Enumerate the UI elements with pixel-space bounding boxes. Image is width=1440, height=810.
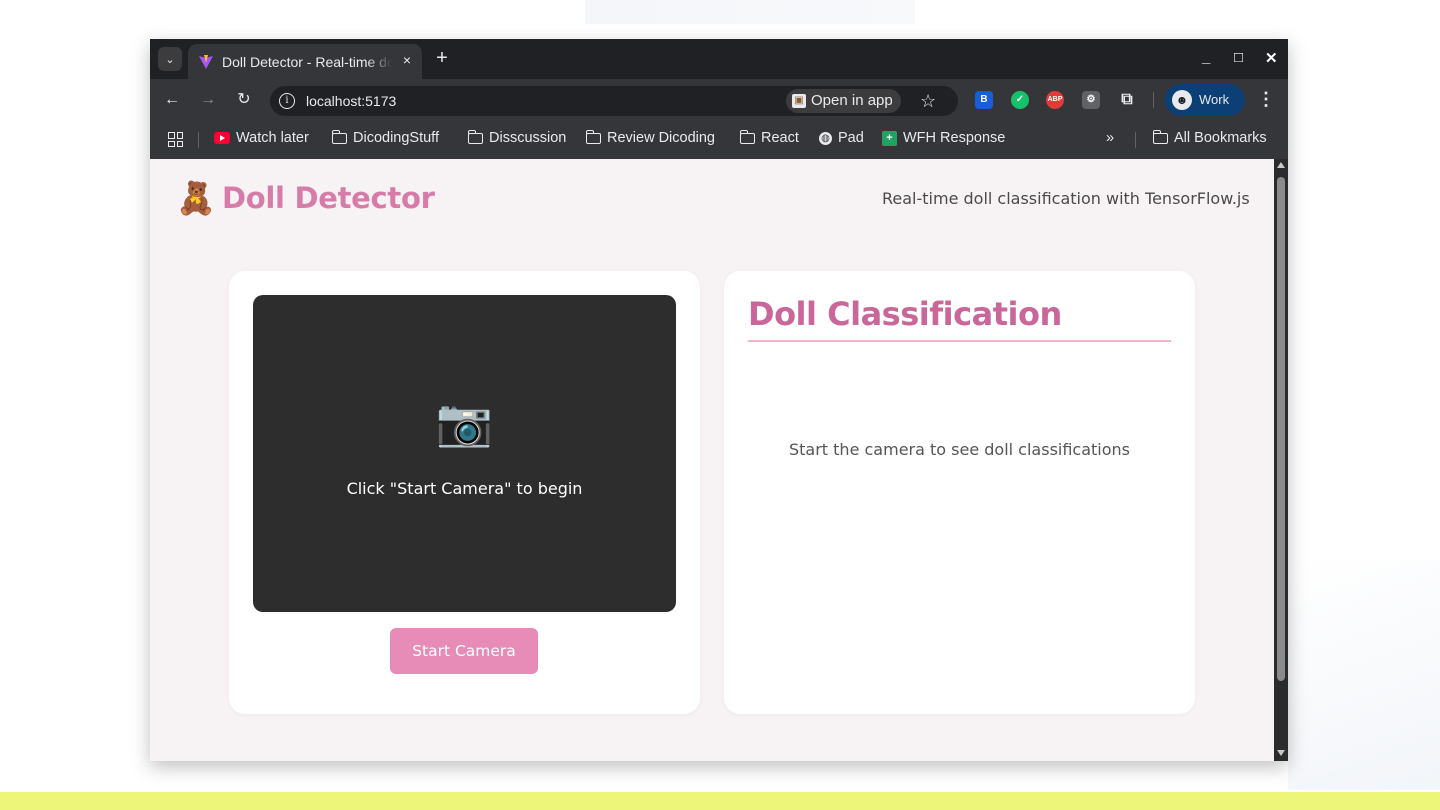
open-in-app-label: Open in app	[811, 92, 893, 109]
all-bookmarks[interactable]: All Bookmarks	[1152, 129, 1267, 146]
reload-icon[interactable]: ↻	[233, 89, 255, 111]
camera-prompt: Click "Start Camera" to begin	[346, 479, 583, 498]
page-scrollbar[interactable]	[1274, 159, 1288, 761]
browser-window: ⌄ Doll Detector - Real-time doll classif…	[150, 39, 1288, 761]
toolbar-divider	[1153, 92, 1154, 108]
bookmark-label: Disscussion	[489, 130, 567, 146]
start-camera-button[interactable]: Start Camera	[390, 628, 538, 674]
camera-card: 📷 Click "Start Camera" to begin Start Ca…	[229, 271, 700, 714]
site-info-icon[interactable]: i	[279, 93, 295, 109]
more-menu-icon[interactable]: ⋮	[1257, 89, 1275, 110]
bookmark-label: All Bookmarks	[1174, 130, 1267, 146]
bookmark-label: Pad	[838, 130, 864, 146]
tab-title: Doll Detector - Real-time doll classific…	[222, 54, 392, 70]
bookmarks-divider	[1135, 132, 1136, 148]
background-shape	[1288, 560, 1440, 790]
address-bar[interactable]: i localhost:5173 ▣ Open in app ☆	[270, 86, 958, 116]
bookmark-label: Review Dicoding	[607, 130, 715, 146]
bookmark-review-dicoding[interactable]: Review Dicoding	[585, 129, 715, 146]
folder-icon	[467, 129, 483, 144]
vite-icon	[199, 55, 213, 69]
extension-puzzle-icon[interactable]: ⚙	[1082, 91, 1100, 109]
back-arrow-icon[interactable]: ←	[161, 89, 183, 111]
profile-label: Work	[1199, 92, 1230, 107]
classification-empty-message: Start the camera to see doll classificat…	[788, 440, 1131, 459]
bookmark-star-icon[interactable]: ☆	[920, 91, 936, 112]
folder-icon	[739, 129, 755, 144]
background-accent-bar	[0, 792, 1440, 810]
close-icon[interactable]: ×	[398, 51, 416, 69]
bookmarks-divider	[198, 132, 199, 148]
grammar-check-icon[interactable]: ✓	[1011, 91, 1029, 109]
scroll-down-icon[interactable]	[1277, 750, 1285, 756]
new-tab-button[interactable]: +	[430, 47, 454, 71]
close-window-icon[interactable]: ✕	[1265, 49, 1278, 67]
scroll-thumb[interactable]	[1277, 177, 1285, 681]
bookmark-dicodingstuff[interactable]: DicodingStuff	[331, 129, 439, 146]
minimize-icon[interactable]: _	[1202, 49, 1210, 66]
maximize-icon[interactable]: □	[1234, 49, 1243, 66]
title-divider	[748, 340, 1171, 342]
open-in-app-button[interactable]: ▣ Open in app	[786, 89, 901, 113]
app-title: Doll Detector	[222, 181, 435, 215]
globe-icon: ◍	[819, 131, 832, 145]
app-subtitle: Real-time doll classification with Tenso…	[882, 189, 1250, 208]
folder-icon	[1152, 129, 1168, 144]
bookmarks-bar: Watch later DicodingStuff Disscussion Re…	[150, 121, 1288, 159]
camera-icon: 📷	[435, 395, 494, 449]
browser-toolbar: ← → ↻ i localhost:5173 ▣ Open in app ☆ B…	[150, 79, 1288, 121]
teddy-bear-icon: 🧸	[176, 179, 216, 217]
folder-icon	[331, 129, 347, 144]
bookmark-label: React	[761, 130, 799, 146]
bookmark-label: DicodingStuff	[353, 130, 439, 146]
scroll-up-icon[interactable]	[1277, 162, 1285, 168]
bookmark-label: Watch later	[236, 130, 309, 146]
apps-grid-icon[interactable]	[168, 132, 183, 147]
bookmark-disscussion[interactable]: Disscussion	[467, 129, 567, 146]
tab-search-button[interactable]: ⌄	[158, 47, 182, 71]
avatar: ☻	[1172, 90, 1192, 110]
sheets-icon: +	[882, 130, 897, 146]
extensions-menu-icon[interactable]: ⧉	[1118, 91, 1136, 109]
folder-icon	[585, 129, 601, 144]
background-shape	[585, 0, 915, 24]
page-viewport: 🧸 Doll Detector Real-time doll classific…	[150, 159, 1274, 761]
bookmarks-overflow-button[interactable]: »	[1106, 130, 1114, 146]
profile-button[interactable]: ☻ Work	[1165, 84, 1245, 116]
adblock-plus-icon[interactable]: ABP	[1046, 91, 1064, 109]
bookmark-label: WFH Response	[903, 130, 1006, 146]
tab-strip: ⌄ Doll Detector - Real-time doll classif…	[150, 39, 1288, 79]
bookmark-wfh-response[interactable]: + WFH Response	[882, 130, 1005, 146]
forward-arrow-icon[interactable]: →	[197, 89, 219, 111]
url-text[interactable]: localhost:5173	[306, 93, 396, 109]
bitwarden-icon[interactable]: B	[975, 91, 993, 109]
classification-title: Doll Classification	[748, 295, 1062, 333]
youtube-icon	[214, 132, 230, 144]
camera-preview: 📷 Click "Start Camera" to begin	[253, 295, 676, 612]
app-icon: ▣	[792, 94, 806, 108]
active-tab[interactable]: Doll Detector - Real-time doll classific…	[188, 44, 422, 79]
classification-card: Doll Classification Start the camera to …	[724, 271, 1195, 714]
bookmark-react[interactable]: React	[739, 129, 799, 146]
bookmark-pad[interactable]: ◍ Pad	[819, 130, 864, 146]
bookmark-watch-later[interactable]: Watch later	[214, 130, 309, 146]
